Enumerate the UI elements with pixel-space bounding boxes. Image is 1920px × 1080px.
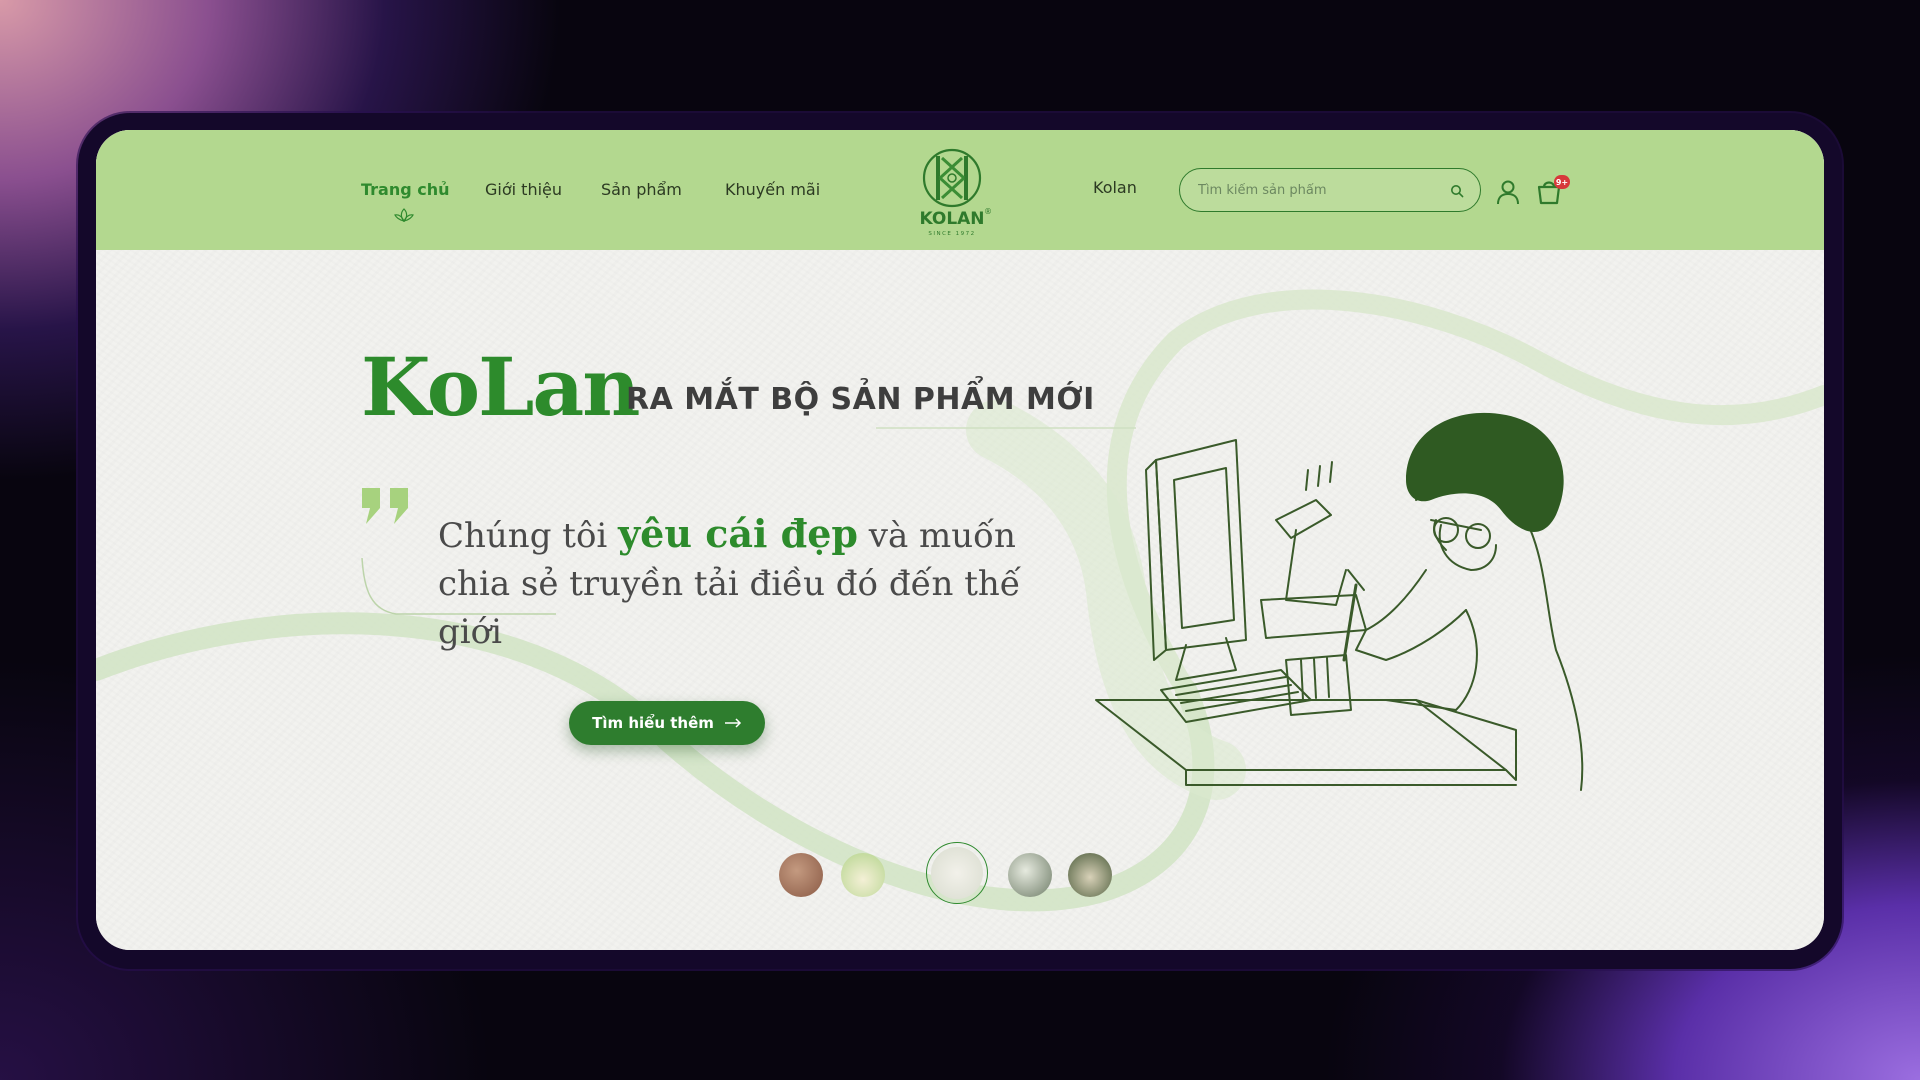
slide-thumb-1[interactable] <box>779 853 823 897</box>
slide-thumb-3[interactable] <box>931 847 983 899</box>
nav-home[interactable]: Trang chủ <box>361 180 450 199</box>
hero-quote: Chúng tôi yêu cái đẹp và muốn chia sẻ tr… <box>438 511 1021 652</box>
search-input[interactable] <box>1198 180 1438 200</box>
quote-icon <box>362 488 408 524</box>
leaf-icon <box>394 208 414 222</box>
search-icon[interactable] <box>1450 184 1464 198</box>
arrow-right-icon <box>724 718 741 728</box>
learn-more-label: Tìm hiểu thêm <box>592 714 714 732</box>
quote-highlight: yêu cái đẹp <box>618 511 858 556</box>
cart-badge: 9+ <box>1554 175 1570 189</box>
slide-thumb-5[interactable] <box>1068 853 1112 897</box>
nav-promotions[interactable]: Khuyến mãi <box>725 180 820 199</box>
nav-brand-link[interactable]: Kolan <box>1093 178 1137 197</box>
scientist-illustration <box>1095 412 1584 791</box>
website-window: Trang chủ Giới thiệu Sản phẩm Khuyến mãi… <box>96 130 1824 950</box>
site-header: Trang chủ Giới thiệu Sản phẩm Khuyến mãi… <box>96 130 1824 250</box>
nav-about[interactable]: Giới thiệu <box>485 180 562 199</box>
svg-text:KOLAN: KOLAN <box>919 209 984 229</box>
slide-thumb-4[interactable] <box>1008 853 1052 897</box>
hero-tagline: RA MẮT BỘ SẢN PHẨM MỚI <box>626 382 1095 417</box>
hero-brand-title: KoLan <box>361 340 640 434</box>
search-box <box>1179 168 1481 212</box>
slide-thumb-2[interactable] <box>841 853 885 897</box>
user-icon[interactable] <box>1496 179 1520 205</box>
learn-more-button[interactable]: Tìm hiểu thêm <box>569 701 765 745</box>
svg-text:SINCE 1972: SINCE 1972 <box>928 231 975 237</box>
nav-products[interactable]: Sản phẩm <box>601 180 682 199</box>
svg-text:®: ® <box>984 207 992 216</box>
kolan-logo[interactable]: KOLAN SINCE 1972 ® <box>916 144 996 240</box>
